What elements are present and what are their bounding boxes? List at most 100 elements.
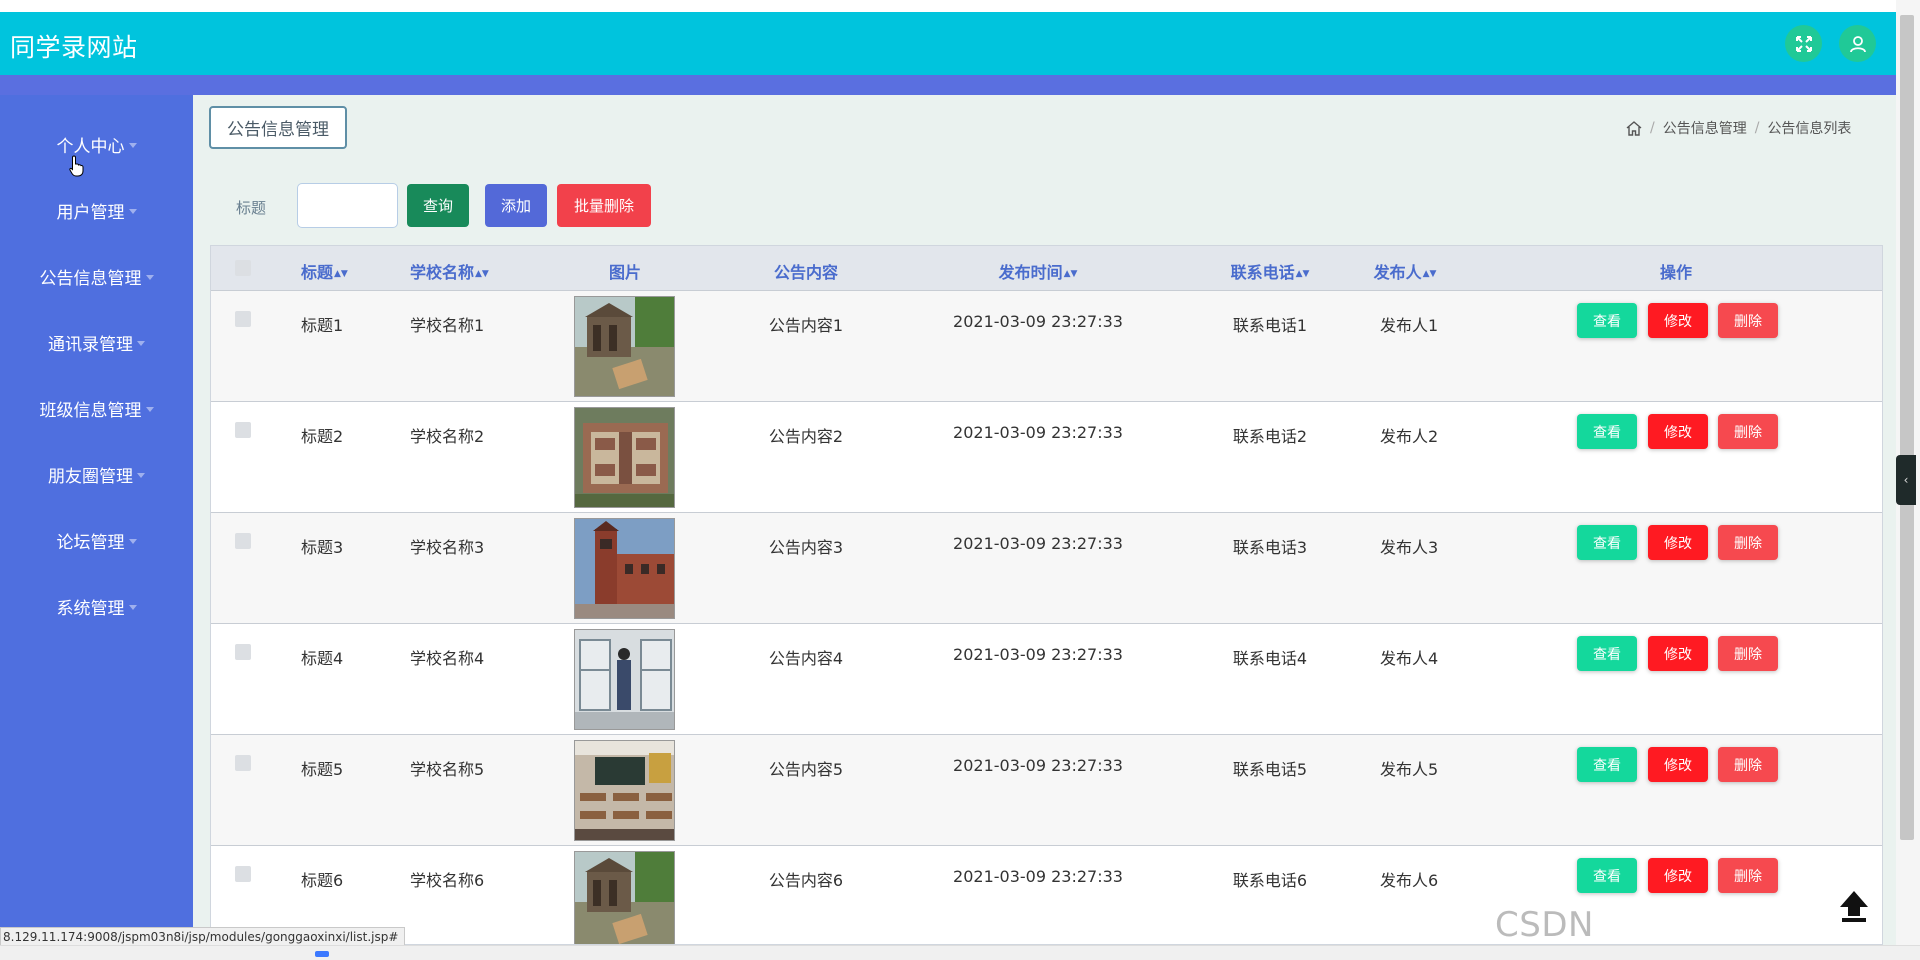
notice-image: [574, 518, 675, 619]
view-button[interactable]: 查看: [1577, 747, 1637, 782]
table-header: 标题▲▼ 学校名称▲▼ 图片 公告内容 发布时间▲▼ 联系电话▲▼ 发布人▲▼ …: [211, 246, 1882, 291]
sort-icon: ▲▼: [334, 268, 348, 279]
caret-down-icon: [128, 209, 137, 214]
edit-button[interactable]: 修改: [1648, 747, 1708, 782]
edit-button[interactable]: 修改: [1648, 858, 1708, 893]
column-header-title[interactable]: 标题▲▼: [301, 259, 348, 283]
sidebar-item-notice-management[interactable]: 公告信息管理: [0, 256, 193, 296]
table-row: 标题5 学校名称5 公告内容5 2021-03-09 23:27:33 联系电话…: [211, 735, 1882, 846]
sidebar-item-label: 用户管理: [56, 202, 125, 223]
view-button[interactable]: 查看: [1577, 858, 1637, 893]
sidebar-item-contacts-management[interactable]: 通讯录管理: [0, 322, 193, 362]
cell-content: 公告内容4: [768, 649, 844, 668]
cell-publisher: 发布人2: [1380, 427, 1439, 446]
sidebar-item-label: 个人中心: [56, 136, 125, 157]
row-checkbox[interactable]: [235, 311, 251, 327]
fullscreen-button[interactable]: [1785, 25, 1822, 62]
cell-school: 学校名称6: [410, 871, 485, 890]
sort-icon: ▲▼: [1422, 268, 1437, 279]
taskbar-indicator: [315, 951, 329, 957]
view-button[interactable]: 查看: [1577, 636, 1637, 671]
cell-title: 标题1: [301, 316, 344, 335]
table-row: 标题4 学校名称4 公告内容4 2021-03-09 23:27:33 联系电话…: [211, 624, 1882, 735]
caret-down-icon: [128, 539, 137, 544]
cell-time: 2021-03-09 23:27:33: [953, 534, 1123, 553]
sidebar-item-system-management[interactable]: 系统管理: [0, 586, 193, 626]
sidebar-item-user-management[interactable]: 用户管理: [0, 190, 193, 230]
row-checkbox[interactable]: [235, 644, 251, 660]
bulk-delete-button[interactable]: 批量删除: [557, 184, 651, 227]
row-checkbox[interactable]: [235, 866, 251, 882]
sidebar-item-label: 通讯录管理: [48, 334, 133, 355]
edit-button[interactable]: 修改: [1648, 303, 1708, 338]
view-button[interactable]: 查看: [1577, 525, 1637, 560]
delete-button[interactable]: 删除: [1718, 747, 1778, 782]
sidebar-item-label: 公告信息管理: [39, 268, 142, 289]
table-row: 标题1 学校名称1 公告内容1 2021-03-09 23:27:33 联系电话…: [211, 291, 1882, 402]
cell-phone: 联系电话4: [1232, 649, 1308, 668]
cell-content: 公告内容5: [768, 760, 844, 779]
add-button[interactable]: 添加: [485, 184, 547, 227]
cell-publisher: 发布人1: [1380, 316, 1439, 335]
scrollbar-thumb[interactable]: [1900, 15, 1914, 840]
home-icon[interactable]: [1626, 120, 1642, 136]
query-button[interactable]: 查询: [407, 184, 469, 227]
row-checkbox[interactable]: [235, 755, 251, 771]
cell-title: 标题2: [301, 427, 344, 446]
sidebar-item-forum-management[interactable]: 论坛管理: [0, 520, 193, 560]
row-checkbox[interactable]: [235, 422, 251, 438]
notice-image: [574, 407, 675, 508]
view-button[interactable]: 查看: [1577, 414, 1637, 449]
cell-phone: 联系电话2: [1232, 427, 1308, 446]
edit-button[interactable]: 修改: [1648, 525, 1708, 560]
delete-button[interactable]: 删除: [1718, 858, 1778, 893]
notice-table: 标题▲▼ 学校名称▲▼ 图片 公告内容 发布时间▲▼ 联系电话▲▼ 发布人▲▼ …: [210, 245, 1883, 945]
column-header-image: 图片: [608, 263, 642, 282]
sidebar-item-moments-management[interactable]: 朋友圈管理: [0, 454, 193, 494]
sidebar-item-personal-center[interactable]: 个人中心: [0, 124, 193, 164]
notice-image: [574, 296, 675, 397]
cell-publisher: 发布人4: [1380, 649, 1439, 668]
delete-button[interactable]: 删除: [1718, 414, 1778, 449]
column-header-school[interactable]: 学校名称▲▼: [410, 259, 489, 283]
delete-button[interactable]: 删除: [1718, 525, 1778, 560]
caret-down-icon: [137, 473, 145, 478]
sort-icon: ▲▼: [1063, 268, 1078, 279]
notice-image: [574, 740, 675, 841]
cell-school: 学校名称5: [410, 760, 485, 779]
cell-title: 标题4: [301, 649, 344, 668]
sort-icon: ▲▼: [1295, 268, 1310, 279]
breadcrumb: / 公告信息管理 / 公告信息列表: [1626, 118, 1851, 138]
select-all-checkbox[interactable]: [235, 260, 251, 276]
search-title-input[interactable]: [297, 183, 398, 228]
expand-icon: [1795, 35, 1812, 52]
view-button[interactable]: 查看: [1577, 303, 1637, 338]
column-header-time[interactable]: 发布时间▲▼: [999, 259, 1078, 283]
caret-down-icon: [145, 275, 154, 280]
sidebar-item-class-management[interactable]: 班级信息管理: [0, 388, 193, 428]
cell-time: 2021-03-09 23:27:33: [953, 867, 1123, 886]
sort-icon: ▲▼: [475, 268, 489, 279]
top-header: 同学录网站: [0, 12, 1896, 75]
breadcrumb-separator: /: [1650, 120, 1655, 136]
cell-school: 学校名称2: [410, 427, 485, 446]
caret-down-icon: [145, 407, 154, 412]
edit-button[interactable]: 修改: [1648, 636, 1708, 671]
collapse-panel-tab[interactable]: ‹: [1896, 455, 1916, 505]
column-header-publisher[interactable]: 发布人▲▼: [1374, 259, 1437, 283]
user-menu-button[interactable]: [1839, 25, 1876, 62]
page-tag[interactable]: 公告信息管理: [209, 106, 347, 149]
cell-time: 2021-03-09 23:27:33: [953, 312, 1123, 331]
cell-content: 公告内容6: [768, 871, 844, 890]
table-row: 标题2 学校名称2 公告内容2 2021-03-09 23:27:33 联系电话…: [211, 402, 1882, 513]
cell-publisher: 发布人5: [1380, 760, 1439, 779]
delete-button[interactable]: 删除: [1718, 636, 1778, 671]
row-checkbox[interactable]: [235, 533, 251, 549]
notice-image: [574, 851, 675, 944]
user-icon: [1849, 35, 1866, 52]
edit-button[interactable]: 修改: [1648, 414, 1708, 449]
header-band: [0, 75, 1896, 95]
column-header-phone[interactable]: 联系电话▲▼: [1231, 259, 1310, 283]
breadcrumb-item[interactable]: 公告信息管理: [1663, 118, 1747, 138]
delete-button[interactable]: 删除: [1718, 303, 1778, 338]
